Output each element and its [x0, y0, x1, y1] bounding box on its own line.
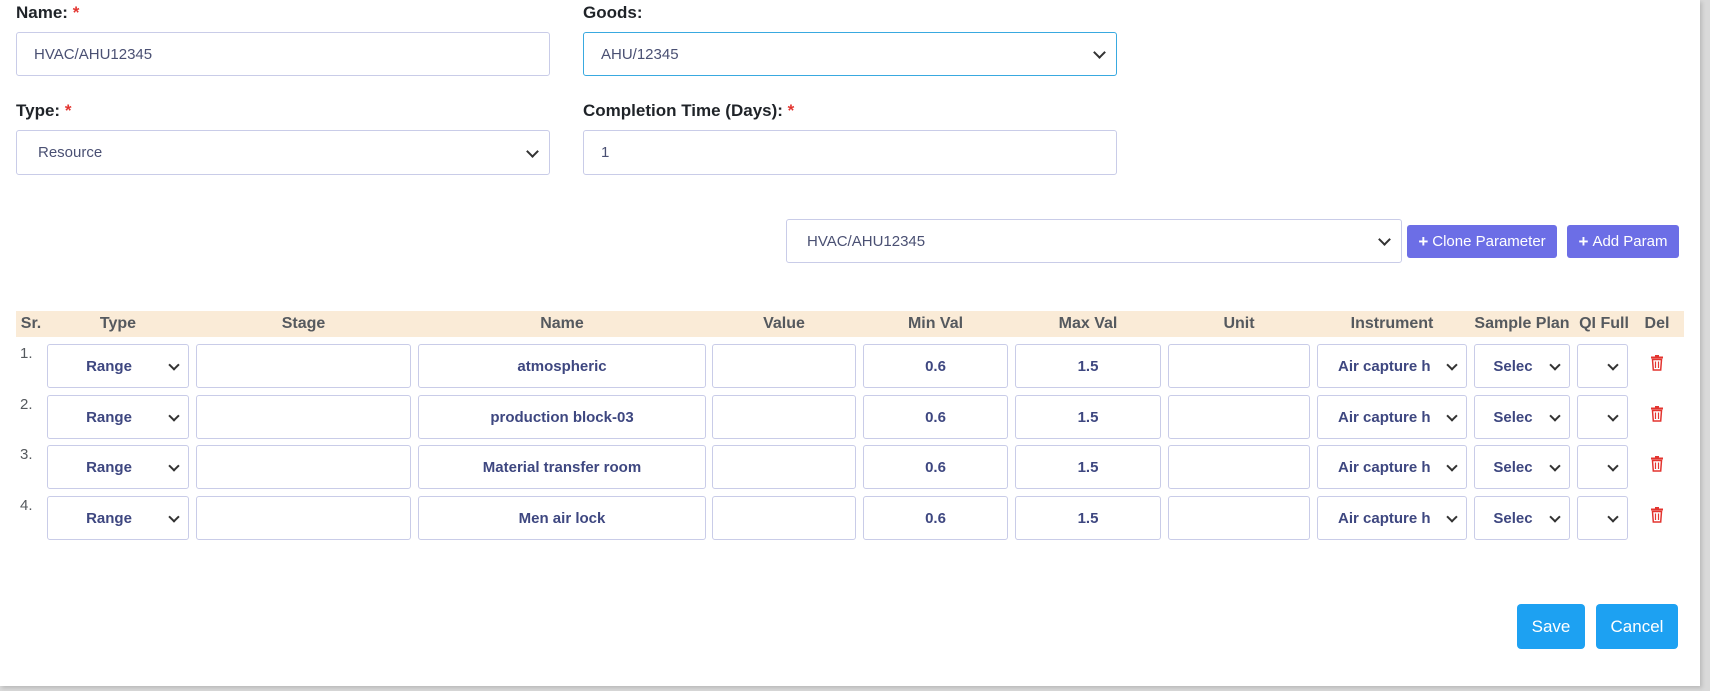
plus-icon: +: [1418, 231, 1429, 251]
add-param-label: Add Param: [1592, 233, 1668, 250]
row-name-input[interactable]: atmospheric: [418, 344, 706, 388]
type-label: Type: *: [16, 101, 71, 121]
header-name: Name: [540, 315, 584, 332]
row-qi-full-select[interactable]: [1577, 344, 1628, 388]
row-stage-input[interactable]: [196, 496, 411, 540]
cancel-button[interactable]: Cancel: [1596, 604, 1678, 649]
name-input[interactable]: HVAC/AHU12345: [16, 32, 550, 76]
header-unit: Unit: [1223, 315, 1255, 332]
trash-icon[interactable]: [1650, 355, 1664, 371]
type-label-text: Type:: [16, 101, 61, 120]
trash-icon[interactable]: [1650, 406, 1664, 422]
header-max-val: Max Val: [1058, 315, 1118, 332]
save-button[interactable]: Save: [1517, 604, 1585, 649]
completion-time-label: Completion Time (Days): *: [583, 101, 794, 121]
row-qi-full-select[interactable]: [1577, 445, 1628, 489]
row-sample-plan-select[interactable]: Selec: [1474, 496, 1570, 540]
row-type-select[interactable]: Range: [47, 395, 189, 439]
header-del: Del: [1644, 315, 1670, 332]
parameter-form-panel: Name: * HVAC/AHU12345 Goods: AHU/12345 T…: [0, 0, 1700, 686]
row-sample-plan-select[interactable]: Selec: [1474, 344, 1570, 388]
completion-label-text: Completion Time (Days):: [583, 101, 783, 120]
header-sample-plan: Sample Plan: [1474, 315, 1570, 332]
header-type: Type: [99, 315, 137, 332]
row-unit-input[interactable]: [1168, 344, 1310, 388]
row-max-val-input[interactable]: 1.5: [1015, 395, 1161, 439]
required-mark: *: [72, 3, 80, 22]
row-value-input[interactable]: [712, 344, 856, 388]
row-min-val-input[interactable]: 0.6: [863, 344, 1008, 388]
required-mark: *: [64, 101, 72, 120]
header-qi-full: QI Full: [1579, 315, 1629, 332]
header-value: Value: [763, 315, 805, 332]
row-value-input[interactable]: [712, 395, 856, 439]
row-max-val-input[interactable]: 1.5: [1015, 445, 1161, 489]
row-name-input[interactable]: Material transfer room: [418, 445, 706, 489]
row-instrument-select[interactable]: Air capture h: [1317, 395, 1467, 439]
add-param-button[interactable]: + Add Param: [1567, 225, 1679, 258]
row-stage-input[interactable]: [196, 395, 411, 439]
name-input-value: HVAC/AHU12345: [34, 45, 153, 63]
clone-source-select[interactable]: HVAC/AHU12345: [786, 219, 1402, 263]
row-type-select[interactable]: Range: [47, 445, 189, 489]
row-instrument-select[interactable]: Air capture h: [1317, 344, 1467, 388]
header-min-val: Min Val: [907, 315, 964, 332]
row-unit-input[interactable]: [1168, 395, 1310, 439]
header-stage: Stage: [281, 315, 326, 332]
completion-time-value: 1: [601, 144, 610, 161]
goods-label: Goods:: [583, 3, 643, 22]
header-sr: Sr.: [20, 315, 42, 332]
row-sr: 4.: [20, 497, 33, 514]
row-stage-input[interactable]: [196, 445, 411, 489]
header-instrument: Instrument: [1350, 315, 1434, 332]
row-qi-full-select[interactable]: [1577, 395, 1628, 439]
row-value-input[interactable]: [712, 496, 856, 540]
name-label: Name: *: [16, 3, 79, 23]
trash-icon[interactable]: [1650, 507, 1664, 523]
goods-select-value: AHU/12345: [601, 45, 679, 63]
row-max-val-input[interactable]: 1.5: [1015, 496, 1161, 540]
row-name-input[interactable]: production block-03: [418, 395, 706, 439]
row-name-input[interactable]: Men air lock: [418, 496, 706, 540]
clone-parameter-label: Clone Parameter: [1432, 233, 1546, 250]
row-type-select[interactable]: Range: [47, 496, 189, 540]
clone-source-value: HVAC/AHU12345: [807, 232, 926, 250]
row-max-val-input[interactable]: 1.5: [1015, 344, 1161, 388]
type-select[interactable]: Resource: [16, 130, 550, 175]
plus-icon: +: [1578, 231, 1589, 251]
required-mark: *: [787, 101, 795, 120]
row-qi-full-select[interactable]: [1577, 496, 1628, 540]
row-value-input[interactable]: [712, 445, 856, 489]
row-type-select[interactable]: Range: [47, 344, 189, 388]
row-min-val-input[interactable]: 0.6: [863, 496, 1008, 540]
completion-time-input[interactable]: 1: [583, 130, 1117, 175]
goods-select[interactable]: AHU/12345: [583, 32, 1117, 76]
type-select-value: Resource: [38, 144, 103, 161]
row-unit-input[interactable]: [1168, 496, 1310, 540]
trash-icon[interactable]: [1650, 456, 1664, 472]
row-sr: 2.: [20, 396, 33, 413]
row-sr: 1.: [20, 345, 33, 362]
row-sr: 3.: [20, 446, 33, 463]
row-instrument-select[interactable]: Air capture h: [1317, 445, 1467, 489]
name-label-text: Name:: [16, 3, 68, 22]
row-instrument-select[interactable]: Air capture h: [1317, 496, 1467, 540]
clone-parameter-button[interactable]: + Clone Parameter: [1407, 225, 1557, 258]
row-min-val-input[interactable]: 0.6: [863, 445, 1008, 489]
row-min-val-input[interactable]: 0.6: [863, 395, 1008, 439]
row-sample-plan-select[interactable]: Selec: [1474, 395, 1570, 439]
row-sample-plan-select[interactable]: Selec: [1474, 445, 1570, 489]
row-unit-input[interactable]: [1168, 445, 1310, 489]
row-stage-input[interactable]: [196, 344, 411, 388]
